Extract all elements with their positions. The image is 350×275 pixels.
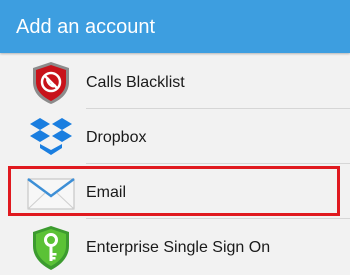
account-item-dropbox[interactable]: Dropbox bbox=[0, 110, 350, 165]
dropbox-icon bbox=[27, 115, 75, 161]
divider bbox=[86, 163, 350, 164]
account-item-calls-blacklist[interactable]: Calls Blacklist bbox=[0, 55, 350, 110]
account-label: Calls Blacklist bbox=[86, 74, 185, 91]
divider bbox=[86, 218, 350, 219]
account-label: Enterprise Single Sign On bbox=[86, 239, 271, 256]
account-item-enterprise-sso[interactable]: Enterprise Single Sign On bbox=[0, 220, 350, 275]
app-header: Add an account bbox=[0, 0, 350, 53]
page-title: Add an account bbox=[16, 16, 155, 38]
email-highlight-box bbox=[8, 166, 340, 216]
calls-blacklist-shield-icon bbox=[27, 60, 75, 106]
divider bbox=[86, 108, 350, 109]
enterprise-sso-key-icon bbox=[27, 225, 75, 271]
account-label: Dropbox bbox=[86, 129, 147, 146]
